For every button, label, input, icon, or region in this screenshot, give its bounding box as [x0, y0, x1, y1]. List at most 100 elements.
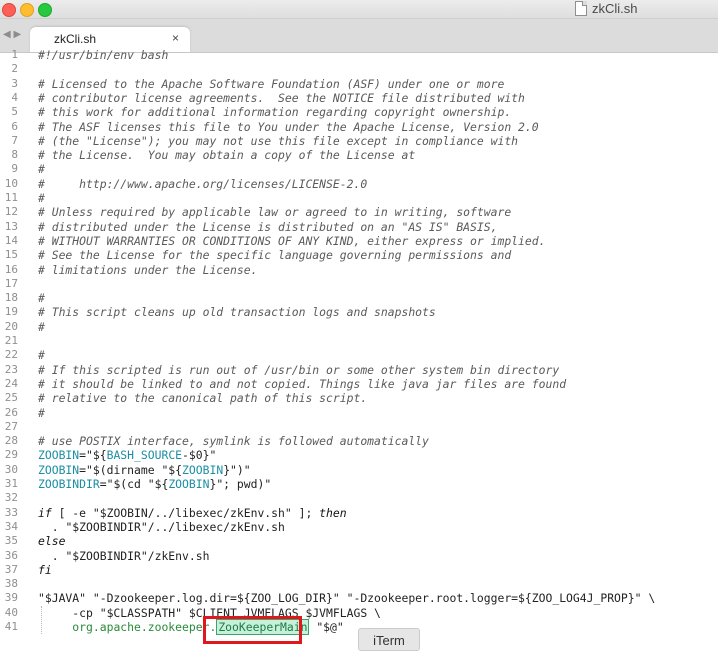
code-token: [ -e "$ZOOBIN/../libexec/zkEnv.sh" ]; [51, 505, 320, 520]
code-token: else [38, 534, 66, 549]
window-title-text: zkCli.sh [592, 1, 638, 16]
line-number: 36 [4, 548, 18, 562]
code-token: # this work for additional information r… [38, 105, 512, 120]
code-token: }"; pwd)" [209, 477, 272, 491]
line-number: 7 [11, 133, 18, 147]
code-line: ZOOBIN="${BASH_SOURCE-$0}" [38, 448, 216, 462]
window-title: zkCli.sh [575, 1, 638, 16]
line-number: 27 [4, 419, 18, 433]
code-line: # This script cleans up old transaction … [38, 305, 436, 319]
code-token: # the License. You may obtain a copy of … [38, 148, 416, 163]
line-number: 40 [4, 605, 18, 619]
line-number: 28 [4, 434, 18, 448]
code-token: # If this scripted is run out of /usr/bi… [38, 362, 560, 377]
code-token: # WITHOUT WARRANTIES OR CONDITIONS OF AN… [38, 233, 546, 248]
code-line: # [38, 191, 45, 205]
code-token: "$@" [309, 620, 344, 634]
line-number: 29 [4, 448, 18, 462]
code-line: # this work for additional information r… [38, 105, 511, 119]
line-number: 13 [4, 219, 18, 233]
line-number: 14 [4, 233, 18, 247]
line-number: 39 [4, 591, 18, 605]
line-number: 35 [4, 534, 18, 548]
close-window-button[interactable] [2, 3, 16, 17]
title-bar: zkCli.sh [0, 0, 718, 19]
code-line: # Licensed to the Apache Software Founda… [38, 77, 504, 91]
code-line: # it should be linked to and not copied.… [38, 377, 566, 391]
tab-label: zkCli.sh [54, 32, 97, 46]
code-token: # [38, 291, 45, 306]
code-token: # it should be linked to and not copied.… [38, 376, 567, 391]
code-token: # The ASF licenses this file to You unde… [38, 119, 539, 134]
line-number: 22 [4, 348, 18, 362]
code-token: "$JAVA" "-Dzookeeper.log.dir=${ZOO_LOG_D… [38, 591, 656, 606]
indent-guide [41, 605, 42, 635]
code-token: then [319, 505, 347, 520]
code-token: "$ZOOBINDIR"/../libexec/zkEnv.sh [65, 519, 285, 534]
code-line: else [38, 534, 65, 548]
code-token: # relative to the canonical path of this… [38, 391, 368, 406]
code-token: ZOOBIN [182, 462, 224, 477]
code-line: # [38, 162, 45, 176]
code-line: # (the "License"); you may not use this … [38, 134, 518, 148]
code-token: # limitations under the License. [38, 262, 258, 277]
code-token: }")" [223, 462, 251, 477]
code-token: # [38, 162, 45, 177]
line-number: 17 [4, 276, 18, 290]
code-token: # [38, 405, 45, 420]
line-number: 38 [4, 577, 18, 591]
code-token: ZOOBIN [38, 462, 80, 477]
code-token: # Licensed to the Apache Software Founda… [38, 76, 505, 91]
code-line: # [38, 291, 45, 305]
line-number: 23 [4, 362, 18, 376]
line-number: 6 [11, 119, 18, 133]
line-number: 15 [4, 248, 18, 262]
red-highlight-box [203, 616, 302, 644]
tab-navigation-arrows[interactable]: ◀ ▶ [3, 29, 21, 40]
code-line: ZOOBINDIR="$(cd "${ZOOBIN}"; pwd)" [38, 477, 271, 491]
line-number: 16 [4, 262, 18, 276]
code-token: # (the "License"); you may not use this … [38, 133, 519, 148]
code-token: if [38, 505, 52, 520]
line-number: 25 [4, 391, 18, 405]
code-editor[interactable]: 1 #!/usr/bin/env bash 2 3 # Licensed to the … [0, 48, 718, 651]
code-line: # relative to the canonical path of this… [38, 391, 367, 405]
line-number: 32 [4, 491, 18, 505]
code-line: # WITHOUT WARRANTIES OR CONDITIONS OF AN… [38, 234, 545, 248]
line-number: 4 [11, 90, 18, 104]
line-number: 12 [4, 205, 18, 219]
line-number: 19 [4, 305, 18, 319]
code-token: # http://www.apache.org/licenses/LICENSE… [38, 176, 368, 191]
code-token: BASH_SOURCE [106, 448, 183, 463]
code-token: # use POSTIX interface, symlink is follo… [38, 434, 429, 449]
code-token: # [38, 348, 45, 363]
code-token: "$ZOOBINDIR"/zkEnv.sh [65, 548, 210, 563]
code-line: ZOOBIN="$(dirname "${ZOOBIN}")" [38, 463, 251, 477]
line-number: 20 [4, 319, 18, 333]
line-number: 18 [4, 291, 18, 305]
code-line: # Unless required by applicable law or a… [38, 205, 511, 219]
zoom-window-button[interactable] [38, 3, 52, 17]
code-line: # http://www.apache.org/licenses/LICENSE… [38, 177, 367, 191]
line-number: 26 [4, 405, 18, 419]
code-token: # Unless required by applicable law or a… [38, 205, 512, 220]
line-number: 9 [11, 162, 18, 176]
line-number: 2 [11, 62, 18, 76]
code-token: org.apache.zookeeper. [72, 620, 217, 634]
code-token: ZOOBINDIR [38, 477, 100, 491]
line-number: 5 [11, 105, 18, 119]
tab-close-icon[interactable]: × [172, 31, 179, 45]
code-token: . [38, 519, 66, 534]
minimize-window-button[interactable] [20, 3, 34, 17]
code-token: ZOOBIN [38, 448, 80, 463]
code-token: ZOOBIN [168, 477, 210, 491]
code-line: if [ -e "$ZOOBIN/../libexec/zkEnv.sh" ];… [38, 506, 347, 520]
code-line: # distributed under the License is distr… [38, 220, 497, 234]
code-line: # The ASF licenses this file to You unde… [38, 120, 539, 134]
line-number: 3 [11, 76, 18, 90]
line-number: 31 [4, 477, 18, 490]
code-line: # the License. You may obtain a copy of … [38, 148, 415, 162]
code-token: #!/usr/bin/env bash [38, 48, 169, 62]
code-line: # contributor license agreements. See th… [38, 91, 525, 105]
code-token: ="$(cd "${ [99, 477, 169, 491]
